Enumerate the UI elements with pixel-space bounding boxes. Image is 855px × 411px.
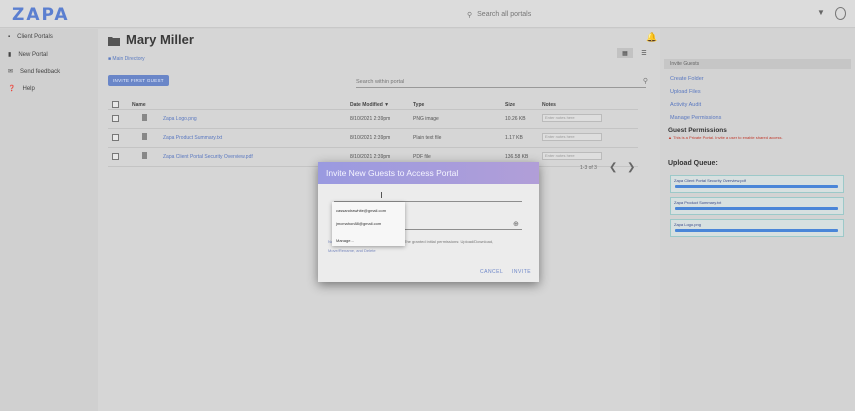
file-icon	[142, 133, 147, 140]
file-date: 8/10/2021 2:39pm	[350, 135, 391, 141]
file-icon	[142, 152, 147, 159]
permissions-description-line2: Move/Rename, and Delete	[328, 248, 376, 253]
app-logo[interactable]: ZAPA	[12, 5, 70, 25]
page-title: Mary Miller	[126, 32, 194, 47]
file-date: 8/10/2021 2:39pm	[350, 154, 391, 160]
sort-down-icon: ▼	[384, 102, 390, 108]
table-header: Name Date Modified ▼ Type Size Notes	[108, 99, 638, 110]
sidebar-item-label: Client Portals	[17, 34, 53, 40]
new-folder-icon: ▮	[8, 52, 12, 58]
table-row[interactable]: Zapa Logo.png 8/10/2021 2:39pm PNG image…	[108, 110, 638, 129]
action-manage-permissions[interactable]: Manage Permissions	[670, 115, 721, 121]
file-name[interactable]: Zapa Client Portal Security Overview.pdf	[163, 154, 253, 160]
breadcrumb[interactable]: ■ Main Directory	[108, 56, 145, 62]
row-checkbox[interactable]	[112, 134, 119, 141]
queue-file-name: Zapa Product Summary.txt	[674, 200, 722, 205]
notes-input[interactable]: Enter notes here	[542, 152, 602, 160]
queue-file-name: Zapa Client Portal Security Overview.pdf	[674, 178, 746, 183]
file-table: Name Date Modified ▼ Type Size Notes Zap…	[108, 99, 638, 167]
email-suggestion[interactable]: jmcmahon88@gmail.com	[336, 221, 381, 226]
modal-title: Invite New Guests to Access Portal	[318, 162, 539, 184]
invite-guests-modal: Invite New Guests to Access Portal cassa…	[318, 162, 539, 282]
file-type: PDF file	[413, 154, 431, 160]
invite-first-guest-button[interactable]: INVITE FIRST GUEST	[108, 75, 169, 86]
file-date: 8/10/2021 2:39pm	[350, 116, 391, 122]
portals-icon: ▪	[8, 34, 11, 40]
feedback-icon: ✉	[8, 69, 14, 75]
warning-text: This is a Private Portal. Invite a user …	[673, 135, 783, 140]
sidebar-item-label: Help	[22, 85, 35, 92]
portal-search-input[interactable]: Search within portal ⚲	[356, 77, 648, 88]
pagination-count: 1-3 of 3	[580, 165, 597, 171]
upload-queue-heading: Upload Queue:	[668, 160, 718, 167]
sidebar-item-client-portals[interactable]: ▪ Client Portals	[8, 34, 53, 40]
global-search[interactable]: ⚲ Search all portals	[467, 7, 807, 22]
notes-input[interactable]: Enter notes here	[542, 114, 602, 122]
action-create-folder[interactable]: Create Folder	[670, 76, 704, 82]
upload-progress-bar	[675, 185, 838, 188]
chevron-right-icon[interactable]: ❯	[627, 162, 635, 173]
select-all-checkbox[interactable]	[112, 101, 119, 108]
breadcrumb-label: Main Directory	[112, 56, 145, 62]
file-icon	[142, 114, 147, 121]
chevron-down-icon[interactable]: ▼	[817, 8, 825, 17]
cancel-button[interactable]: CANCEL	[480, 269, 503, 275]
column-name[interactable]: Name	[132, 102, 146, 108]
action-activity-audit[interactable]: Activity Audit	[670, 102, 701, 108]
file-type: PNG image	[413, 116, 439, 122]
list-view-icon[interactable]: ☰	[636, 48, 652, 58]
portal-search-placeholder: Search within portal	[356, 79, 405, 85]
manage-option[interactable]: Manage...	[336, 238, 354, 243]
chevron-left-icon[interactable]: ❮	[609, 162, 617, 173]
avatar[interactable]	[835, 7, 846, 20]
add-circle-icon[interactable]: ⊕	[513, 220, 519, 228]
sidebar-item-send-feedback[interactable]: ✉ Send feedback	[8, 68, 61, 76]
upload-progress-bar	[675, 207, 838, 210]
upload-progress-bar	[675, 229, 838, 232]
permissions-description: The granted initial permissions: Upload/…	[404, 239, 494, 244]
column-type[interactable]: Type	[413, 102, 424, 108]
top-bar: ZAPA ⚲ Search all portals ▼	[0, 0, 855, 28]
folder-icon	[108, 37, 120, 46]
private-portal-warning: ▲ This is a Private Portal. Invite a use…	[668, 135, 783, 140]
sidebar-item-help[interactable]: ❓ Help	[8, 85, 35, 93]
warning-icon: ▲	[668, 135, 672, 140]
grid-view-icon[interactable]: ▦	[617, 48, 633, 58]
row-checkbox[interactable]	[112, 115, 119, 122]
search-icon: ⚲	[467, 11, 473, 19]
bell-icon[interactable]: 🔔	[646, 32, 657, 43]
file-size: 1.17 KB	[505, 135, 523, 141]
column-size[interactable]: Size	[505, 102, 515, 108]
email-suggestion[interactable]: cassandrawhite@gmail.com	[336, 208, 386, 213]
column-date-modified[interactable]: Date Modified ▼	[350, 102, 389, 108]
global-search-input[interactable]: Search all portals	[477, 11, 531, 18]
file-size: 10.26 KB	[505, 116, 526, 122]
queue-file-name: Zapa Logo.png	[674, 222, 701, 227]
file-name[interactable]: Zapa Logo.png	[163, 116, 197, 122]
sidebar-item-label: Send feedback	[20, 68, 61, 75]
upload-queue-item: Zapa Logo.png	[670, 219, 844, 237]
sidebar: ▪ Client Portals ▮ New Portal ✉ Send fee…	[0, 29, 98, 411]
sidebar-item-label: New Portal	[18, 51, 48, 58]
row-checkbox[interactable]	[112, 153, 119, 160]
help-icon: ❓	[8, 86, 16, 92]
file-name[interactable]: Zapa Product Summary.txt	[163, 135, 222, 141]
notes-input[interactable]: Enter notes here	[542, 133, 602, 141]
search-icon[interactable]: ⚲	[643, 77, 648, 85]
action-invite-guests[interactable]: Invite Guests	[664, 59, 851, 69]
action-upload-files[interactable]: Upload Files	[670, 89, 701, 95]
file-type: Plain text file	[413, 135, 442, 141]
table-row[interactable]: Zapa Product Summary.txt 8/10/2021 2:39p…	[108, 129, 638, 148]
column-date-label: Date Modified	[350, 102, 383, 108]
sidebar-item-new-portal[interactable]: ▮ New Portal	[8, 51, 48, 59]
column-notes: Notes	[542, 102, 556, 108]
file-size: 136.58 KB	[505, 154, 529, 160]
invite-button[interactable]: INVITE	[512, 269, 531, 275]
upload-queue-item: Zapa Product Summary.txt	[670, 197, 844, 215]
upload-queue-item: Zapa Client Portal Security Overview.pdf	[670, 175, 844, 193]
right-panel: Invite Guests Create Folder Upload Files…	[660, 29, 855, 411]
home-icon: ■	[108, 56, 112, 62]
guest-permissions-heading: Guest Permissions	[668, 127, 727, 134]
